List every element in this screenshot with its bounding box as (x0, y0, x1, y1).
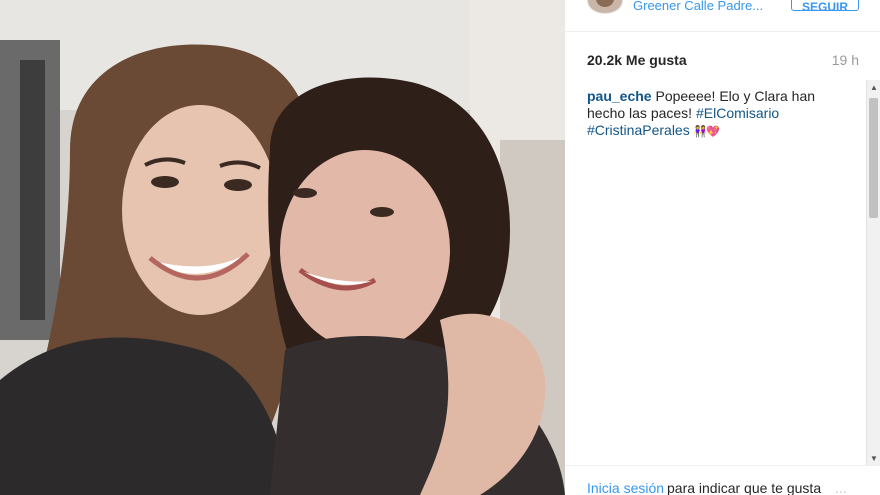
likes-count[interactable]: 20.2k Me gusta (587, 52, 687, 68)
caption-username[interactable]: pau_eche (587, 88, 652, 104)
scroll-thumb[interactable] (869, 98, 878, 218)
scroll-down-arrow-icon[interactable]: ▼ (870, 455, 878, 463)
location-link[interactable]: Greener Calle Padre... (633, 0, 783, 13)
login-link[interactable]: Inicia sesión (587, 480, 664, 495)
post-stats: 20.2k Me gusta 19 h (587, 52, 859, 70)
emoji-icons: 👭💖 (693, 126, 720, 138)
comments-scrollbar[interactable]: ▲ ▼ (866, 80, 880, 465)
hashtag-elcomisario[interactable]: #ElComisario (696, 105, 779, 121)
scroll-up-arrow-icon[interactable]: ▲ (870, 84, 878, 92)
post-header: Greener Calle Padre... SEGUIR (565, 0, 880, 32)
post-details-panel: Greener Calle Padre... SEGUIR 20.2k Me g… (565, 0, 880, 495)
more-options-icon[interactable]: ... (835, 480, 847, 495)
post-footer: Inicia sesión para indicar que te gusta … (565, 465, 880, 495)
login-prompt-text: para indicar que te gusta (667, 480, 822, 495)
hashtag-cristinaperales[interactable]: #CristinaPerales (587, 122, 690, 138)
photo-illustration (0, 0, 565, 495)
post-photo[interactable] (0, 0, 565, 495)
post-caption: pau_eche Popeeee! Elo y Clara han hecho … (587, 88, 847, 141)
avatar[interactable] (587, 0, 623, 14)
post-time[interactable]: 19 h (832, 52, 859, 68)
follow-button[interactable]: SEGUIR (791, 0, 859, 14)
